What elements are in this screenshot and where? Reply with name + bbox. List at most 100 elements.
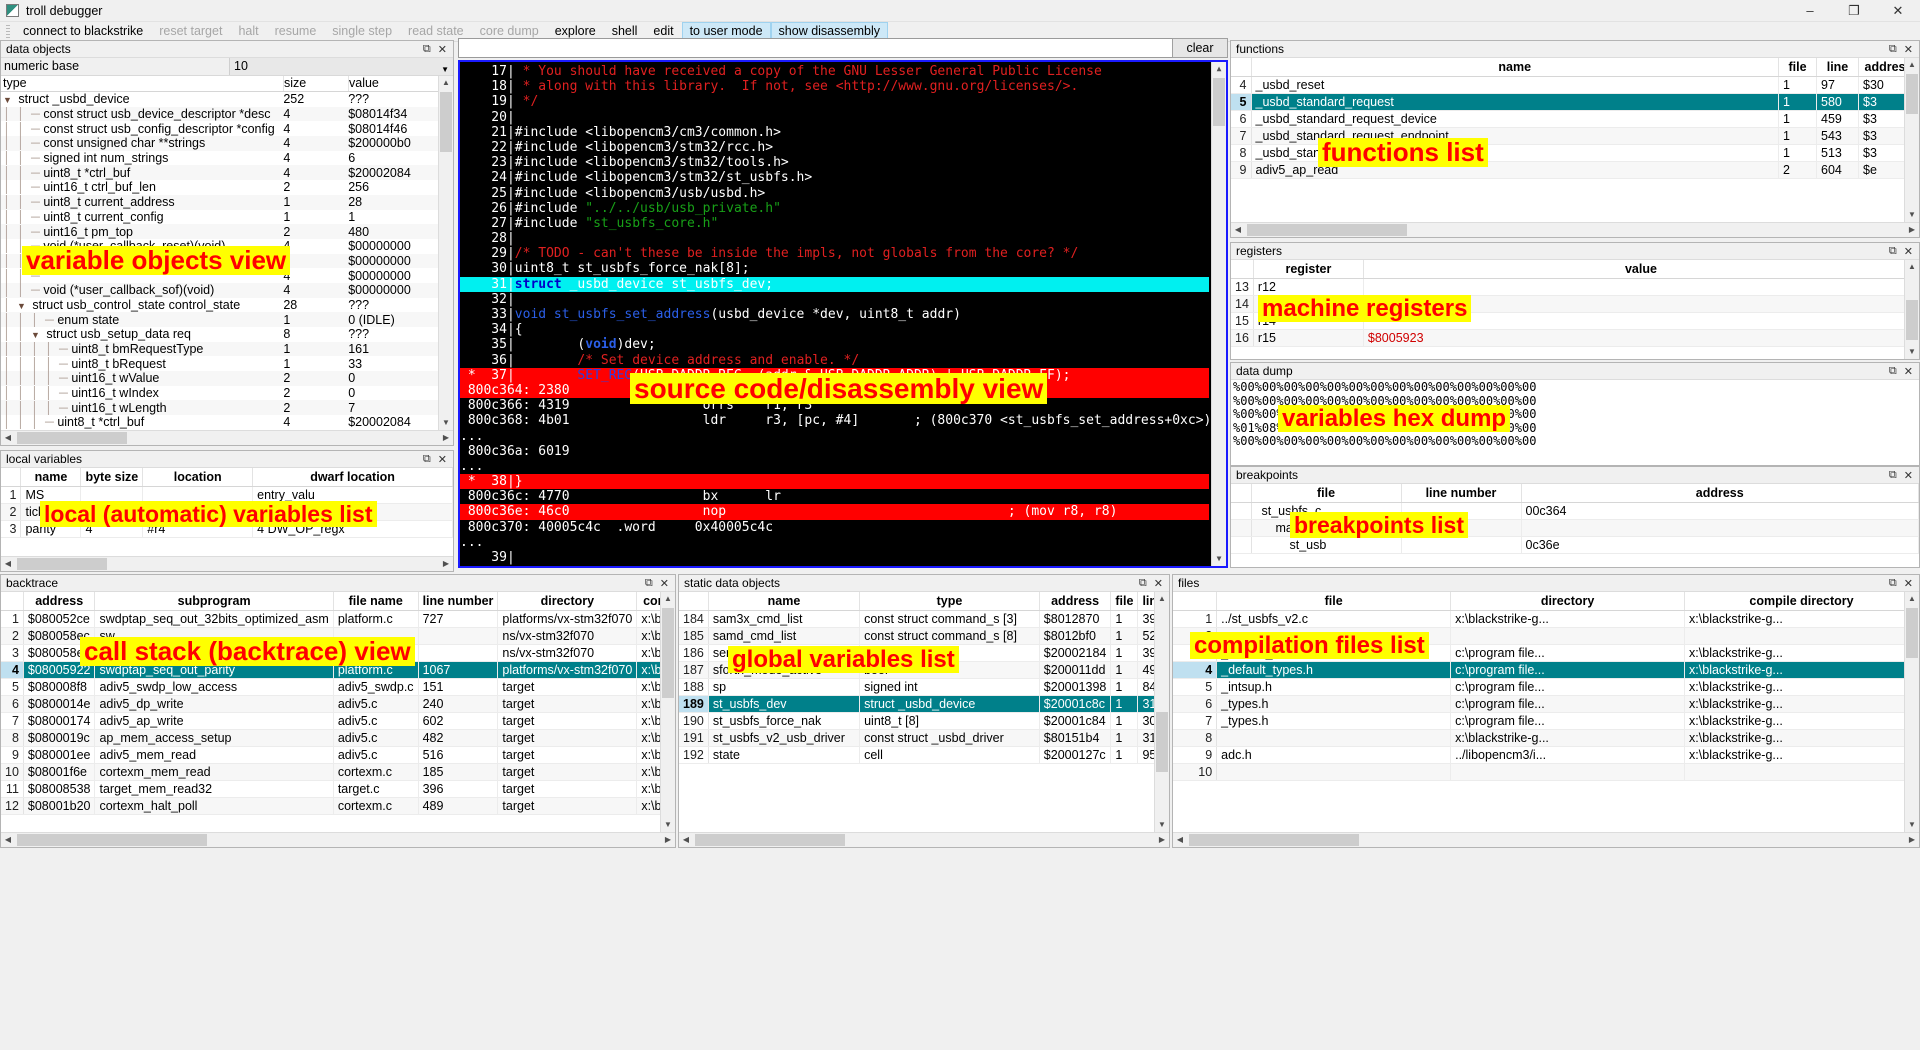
static-data-objects-table[interactable]: nametypeaddressfileline184sam3x_cmd_list… [679, 592, 1169, 764]
source-line[interactable]: 33|void st_usbfs_set_address(usbd_device… [460, 307, 1209, 322]
table-row[interactable]: 5 $080008f8 adiv5_swdp_low_access adiv5_swd… [1, 678, 675, 696]
code-lines[interactable]: 17| * You should have received a copy of… [460, 64, 1209, 566]
scroll-right-icon[interactable]: ▶ [1905, 223, 1919, 237]
table-row[interactable]: 6 _usbd_standard_request_device 1 459 $3 [1231, 110, 1919, 128]
float-icon[interactable]: ⧉ [1889, 245, 1897, 258]
source-line[interactable]: 32| [460, 292, 1209, 307]
table-row[interactable]: 189 st_usbfs_dev struct _usbd_device $20001… [679, 695, 1169, 713]
close-icon[interactable]: ✕ [1154, 577, 1163, 590]
source-disassembly-view[interactable]: 17| * You should have received a copy of… [458, 60, 1228, 568]
source-line[interactable]: 31|struct _usbd_device st_usbfs_dev; [460, 276, 1209, 292]
table-row[interactable]: 6 $0800014e adiv5_dp_write adiv5.c 240 target… [1, 695, 675, 713]
toolbar-button-halt[interactable]: halt [230, 22, 266, 41]
table-row[interactable]: 12 $08001b20 cortexm_halt_poll cortexm.c 489… [1, 797, 675, 815]
source-line[interactable]: 24|#include <libopencm3/stm32/st_usbfs.h… [460, 170, 1209, 185]
close-icon[interactable]: ✕ [660, 577, 669, 590]
scroll-thumb[interactable] [1906, 74, 1918, 114]
local-variables-hscrollbar[interactable]: ◀ ▶ [1, 556, 453, 571]
scroll-thumb-h[interactable] [17, 834, 207, 846]
backtrace-table-wrap[interactable]: address subprogram file name line number dir… [1, 592, 675, 847]
data-object-row[interactable]: │ │ ─ void (*user_callback_sof)(void) 4 $000… [1, 282, 438, 298]
scroll-left-icon[interactable]: ◀ [1, 431, 15, 445]
source-line[interactable]: 40|/** [460, 565, 1209, 566]
source-line[interactable]: 22|#include <libopencm3/stm32/rcc.h> [460, 140, 1209, 155]
source-line[interactable]: 20| [460, 110, 1209, 125]
table-row[interactable]: 6 _types.h c:\program file... x:\blackstrik… [1173, 695, 1919, 713]
disassembly-line[interactable]: 800c36e: 46c0 nop ; (mov r8, r8) [460, 504, 1209, 520]
toolbar-button-single-step[interactable]: single step [324, 22, 400, 41]
table-row[interactable]: 191 st_usbfs_v2_usb_driver const struct _u… [679, 729, 1169, 747]
source-line[interactable]: 26|#include "../../usb/usb_private.h" [460, 201, 1209, 216]
files-vscrollbar[interactable]: ▲ ▼ [1904, 592, 1919, 832]
close-icon[interactable]: ✕ [1904, 577, 1913, 590]
source-line[interactable]: 39| [460, 550, 1209, 565]
twisty-open-icon[interactable]: ▼ [17, 301, 26, 311]
table-row[interactable]: 184 sam3x_cmd_list const struct command_s … [679, 610, 1169, 628]
scroll-up-icon[interactable]: ▲ [1155, 592, 1169, 606]
data-object-row[interactable]: │ │ ─ uint16_t pm_top 2 480 [1, 224, 438, 239]
disassembly-line[interactable]: 800c368: 4b01 ldr r3, [pc, #4] ; (800c37… [460, 413, 1209, 428]
source-line[interactable]: 36| /* Set device address and enable. */ [460, 353, 1209, 368]
scroll-right-icon[interactable]: ▶ [661, 833, 675, 847]
table-row[interactable]: 1 ../st_usbfs_v2.c x:\blackstrike-g... x:\b… [1173, 610, 1919, 628]
data-object-row[interactable]: │ │ ─ const struct usb_config_descriptor *… [1, 121, 438, 136]
data-object-row[interactable]: │ │ ▼ struct usb_setup_data req 8??? [1, 327, 438, 342]
table-row[interactable]: 192 state cell $2000127c 1 95 [679, 746, 1169, 764]
close-icon[interactable]: ✕ [1904, 43, 1913, 56]
close-icon[interactable]: ✕ [1904, 469, 1913, 482]
table-row[interactable]: 16 r15 $8005923 [1231, 329, 1919, 347]
data-object-row[interactable]: │ │ │ ─ enum state 1 0 (IDLE) [1, 312, 438, 327]
scroll-thumb-h[interactable] [695, 834, 845, 846]
clear-button[interactable]: clear [1172, 38, 1228, 58]
static-data-objects-table-wrap[interactable]: nametypeaddressfileline184sam3x_cmd_list… [679, 592, 1169, 847]
data-objects-vscrollbar[interactable]: ▲ ▼ [438, 76, 453, 430]
table-row[interactable]: 9 $080001ee adiv5_mem_read adiv5.c 516 target… [1, 746, 675, 764]
table-row[interactable]: 8 x:\blackstrike-g... x:\blackstrike-g... [1173, 729, 1919, 747]
scroll-thumb[interactable] [1213, 78, 1225, 126]
scroll-up-icon[interactable]: ▲ [661, 592, 675, 606]
scroll-right-icon[interactable]: ▶ [439, 431, 453, 445]
numeric-base-select[interactable]: 10 ▼ [229, 58, 453, 75]
scroll-down-icon[interactable]: ▼ [1905, 345, 1919, 359]
table-row[interactable]: 10 [1173, 763, 1919, 781]
data-object-row[interactable]: │ │ ─ uint16_t ctrl_buf_len 2 256 [1, 180, 438, 195]
files-table-wrap[interactable]: file directory compile directory 1 ../st_usb… [1173, 592, 1919, 847]
float-icon[interactable]: ⧉ [423, 43, 431, 56]
scroll-thumb[interactable] [1156, 712, 1168, 772]
table-row[interactable]: 188 sp signed int $20001398 1 84 [679, 678, 1169, 696]
twisty-open-icon[interactable]: ▼ [31, 330, 40, 340]
disassembly-line[interactable]: 800c36a: 6019 [460, 444, 1209, 459]
source-line[interactable]: 29|/* TODO - can't these be inside the i… [460, 246, 1209, 261]
disassembly-line[interactable]: ... [460, 459, 1209, 474]
source-line[interactable]: * 38|} [460, 474, 1209, 490]
data-object-row[interactable]: │ │ │ │ ─ uint16_t wIndex 2 0 [1, 386, 438, 401]
static-data-vscrollbar[interactable]: ▲ ▼ [1154, 592, 1169, 832]
backtrace-hscrollbar[interactable]: ◀ ▶ [1, 832, 675, 847]
toolbar-grip[interactable] [6, 24, 10, 39]
disassembly-line[interactable]: 800c36c: 4770 bx lr [460, 489, 1209, 504]
float-icon[interactable]: ⧉ [645, 577, 653, 590]
console-input[interactable] [458, 38, 1228, 58]
data-object-row[interactable]: │ │ │ ─ uint8_t *ctrl_buf 4 $20002084 [1, 415, 438, 430]
table-row[interactable]: 13 r12 [1231, 278, 1919, 296]
float-icon[interactable]: ⧉ [1889, 365, 1897, 378]
scroll-up-icon[interactable]: ▲ [1905, 58, 1919, 72]
table-row[interactable]: 4 _default_types.h c:\program file... x:\bl… [1173, 661, 1919, 679]
toolbar-button-resume[interactable]: resume [267, 22, 325, 41]
data-object-row[interactable]: │ │ ─ const unsigned char **strings 4 $20000… [1, 136, 438, 151]
source-line[interactable]: 21|#include <libopencm3/cm3/common.h> [460, 125, 1209, 140]
table-row[interactable]: 4 _usbd_reset 1 97 $30 [1231, 76, 1919, 94]
scroll-thumb-h[interactable] [17, 558, 107, 570]
scroll-down-icon[interactable]: ▼ [1155, 818, 1169, 832]
float-icon[interactable]: ⧉ [1889, 43, 1897, 56]
console-input-field[interactable] [459, 39, 1227, 57]
data-object-row[interactable]: │ │ ─ uint8_t *ctrl_buf 4 $20002084 [1, 165, 438, 181]
close-button[interactable]: ✕ [1876, 0, 1920, 22]
backtrace-vscrollbar[interactable]: ▲ ▼ [660, 592, 675, 832]
maximize-button[interactable]: ❐ [1832, 0, 1876, 22]
scroll-thumb-h[interactable] [17, 432, 127, 444]
float-icon[interactable]: ⧉ [1889, 577, 1897, 590]
scroll-thumb[interactable] [1906, 608, 1918, 658]
source-line[interactable]: 27|#include "st_usbfs_core.h" [460, 216, 1209, 231]
data-object-row[interactable]: │ │ │ │ ─ uint8_t bmRequestType 1 161 [1, 341, 438, 357]
